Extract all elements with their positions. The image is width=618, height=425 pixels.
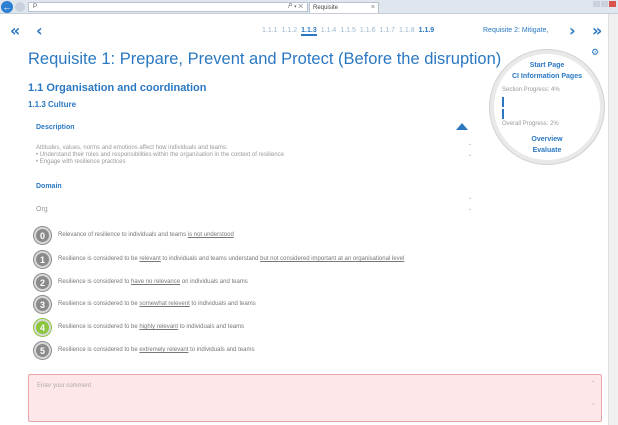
breadcrumb-item[interactable]: 1.1.8 [399, 27, 415, 34]
option-radio[interactable]: 2 [34, 274, 51, 291]
ci-information-pages-link[interactable]: CI Information Pages [494, 73, 600, 80]
option-emphasis: but not considered important at an organ… [260, 256, 405, 262]
option-emphasis: have no relevance [131, 279, 181, 285]
subsection-title: 1.1.3 Culture [28, 100, 77, 109]
domain-heading: Domain [36, 183, 62, 190]
breadcrumb-item[interactable]: 1.1.3 [301, 27, 317, 36]
breadcrumb-item[interactable]: 1.1.7 [379, 27, 395, 34]
breadcrumb-item[interactable]: 1.1.6 [360, 27, 376, 34]
option-radio[interactable]: 3 [34, 296, 51, 313]
section-progress-label: Section Progress: 4% [502, 87, 560, 93]
maximize-icon[interactable] [601, 1, 608, 7]
option-text: to individuals and teams [189, 301, 256, 307]
option-text: to individuals and teams [178, 324, 245, 330]
chevron-left-icon: ‹ [36, 21, 43, 40]
option-radio[interactable]: 0 [34, 227, 51, 244]
option-emphasis: relevant [139, 256, 161, 262]
scroll-up-icon[interactable]: ⌃ [466, 143, 474, 151]
option-label: Resilience is considered to be somewhat … [58, 301, 256, 307]
last-page-button[interactable]: » [592, 20, 602, 43]
scroll-up-icon[interactable]: ⌃ [466, 197, 474, 205]
comment-textarea[interactable]: Enter your comment ⌃ ⌄ [28, 374, 602, 422]
next-page-button[interactable]: › [569, 20, 576, 43]
minimize-icon[interactable] [593, 1, 600, 7]
description-line: Attitudes, values, norms and emotions af… [36, 145, 228, 151]
collapse-triangle-icon[interactable] [456, 123, 468, 130]
gear-icon[interactable]: ⚙ [591, 47, 599, 58]
option-text: Resilience is considered to be [58, 301, 140, 307]
option-label: Relevance of resilience to individuals a… [58, 232, 234, 238]
breadcrumb-item[interactable]: 1.1.4 [321, 27, 337, 34]
option-label: Resilience is considered to be extremely… [58, 347, 254, 353]
scroll-up-icon[interactable]: ⌃ [589, 379, 597, 389]
description-text: Attitudes, values, norms and emotions af… [36, 145, 436, 166]
option-radio[interactable]: 4 [34, 319, 51, 336]
breadcrumb-item[interactable]: 1.1.1 [262, 27, 278, 34]
section-title: 1.1 Organisation and coordination [28, 82, 207, 94]
description-heading[interactable]: Description [36, 124, 75, 131]
double-chevron-left-icon: « [10, 21, 21, 40]
address-controls[interactable]: 𝛲 ▾ ✕ [288, 3, 303, 12]
next-requisite-link[interactable]: Requisite 2: Mitigate, [483, 27, 548, 34]
option-text: Resilience is considered to be [58, 256, 140, 262]
comment-placeholder: Enter your comment [37, 383, 92, 389]
option-text: Resilience is considered to [58, 279, 132, 285]
description-line: • Engage with resilience practices [36, 159, 126, 165]
option-text: Resilience is considered to be [58, 324, 140, 330]
option-radio[interactable]: 1 [34, 251, 51, 268]
address-text: P [33, 4, 38, 10]
option-label: Resilience is considered to be relevant … [58, 256, 404, 262]
scroll-down-icon[interactable]: ⌄ [466, 151, 474, 159]
option-text: to individuals and teams [188, 347, 255, 353]
page-scrollbar[interactable] [608, 14, 618, 425]
browser-forward-icon[interactable] [15, 2, 25, 12]
page-title: Requisite 1: Prepare, Prevent and Protec… [28, 50, 502, 68]
section-progress-bar [502, 97, 504, 107]
option-text: on individuals and teams [180, 279, 248, 285]
evaluate-link[interactable]: Evaluate [494, 147, 600, 154]
option-text: to individuals and teams understand [160, 256, 261, 262]
browser-tab[interactable]: Requisite × [309, 2, 379, 13]
browser-back-icon[interactable]: ← [1, 1, 13, 13]
option-emphasis: somewhat relevent [139, 301, 190, 307]
browser-toolbar: ← P 𝛲 ▾ ✕ Requisite × [0, 0, 618, 14]
description-scroll[interactable]: ⌃ ⌄ [466, 143, 474, 159]
scroll-down-icon[interactable]: ⌄ [589, 389, 597, 419]
option-emphasis: is not understood [187, 232, 234, 238]
sub-requisite-breadcrumb: 1.1.1 1.1.2 1.1.3 1.1.4 1.1.5 1.1.6 1.1.7 1.1.8… [262, 27, 438, 36]
breadcrumb-item[interactable]: 1.1.2 [282, 27, 298, 34]
window-close-icon[interactable] [609, 1, 616, 7]
tab-close-icon[interactable]: × [371, 3, 375, 13]
option-label: Resilience is considered to have no rele… [58, 279, 248, 285]
comment-scroll[interactable]: ⌃ ⌄ [589, 379, 597, 419]
option-text: Relevance of resilience to individuals a… [58, 232, 188, 238]
option-label: Resilience is considered to be highly re… [58, 324, 244, 330]
option-radio[interactable]: 5 [34, 342, 51, 359]
scroll-down-icon[interactable]: ⌄ [466, 205, 474, 213]
option-text: Resilience is considered to be [58, 347, 140, 353]
address-bar[interactable]: P 𝛲 ▾ ✕ [28, 2, 308, 12]
breadcrumb-item[interactable]: 1.1.9 [419, 27, 435, 34]
breadcrumb-item[interactable]: 1.1.5 [340, 27, 356, 34]
overview-link[interactable]: Overview [494, 136, 600, 143]
first-page-button[interactable]: « [10, 20, 20, 43]
overview-widget: Start Page CI Information Pages Section … [490, 50, 604, 164]
previous-page-button[interactable]: ‹ [36, 20, 43, 43]
domain-scroll[interactable]: ⌃ ⌄ [466, 197, 474, 213]
overall-progress-label: Overall Progress: 2% [502, 121, 559, 127]
description-line: • Understand their roles and responsibil… [36, 152, 284, 158]
start-page-link[interactable]: Start Page [494, 62, 600, 69]
double-chevron-right-icon: » [592, 21, 603, 40]
chevron-right-icon: › [569, 21, 576, 40]
domain-value: Org [36, 206, 48, 213]
option-emphasis: highly relevant [139, 324, 179, 330]
section-progress-marker [502, 109, 504, 119]
option-emphasis: extremely relevant [139, 347, 189, 353]
browser-tab-title: Requisite [313, 5, 339, 11]
